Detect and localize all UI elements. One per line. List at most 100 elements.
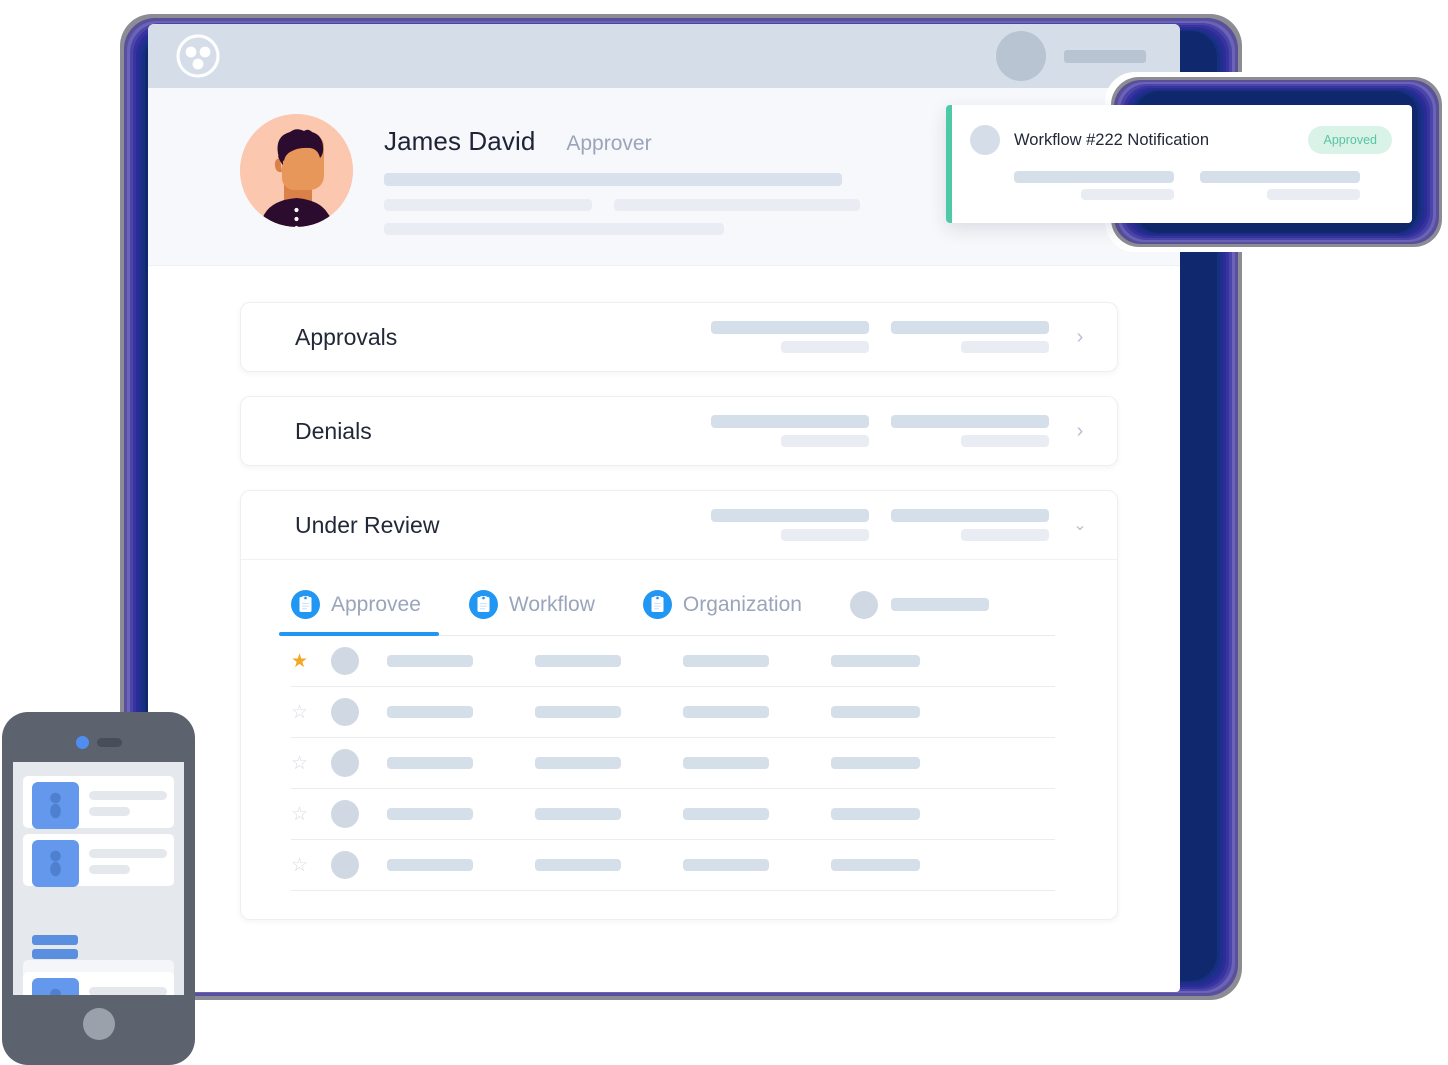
card-approvals-placeholders [711, 321, 1049, 353]
phone-item-line-1 [89, 987, 167, 995]
notification-placeholders [1014, 171, 1392, 200]
star-icon[interactable]: ☆ [291, 805, 331, 824]
placeholder-col [891, 321, 1049, 353]
tab-workflow-label: Workflow [508, 592, 595, 616]
phone-item-thumb [32, 978, 79, 995]
avatar-placeholder-icon [849, 590, 878, 619]
document-icon [642, 590, 672, 619]
three-dot-circle-logo-icon[interactable] [176, 34, 220, 78]
root-stage: James David Approver Approvals › Denials… [0, 0, 1448, 1065]
phone-stack-bar [32, 949, 78, 959]
tab-organization[interactable]: Organization [642, 590, 828, 636]
card-under-review-title: Under Review [295, 511, 440, 538]
tab-extra-bar [890, 598, 989, 611]
row-cell-3 [683, 706, 769, 718]
row-cell-1 [387, 655, 473, 667]
card-under-review-placeholders [711, 509, 1049, 541]
table-row[interactable]: ☆ [291, 840, 1055, 891]
row-cell-1 [387, 859, 473, 871]
placeholder-col [711, 509, 869, 541]
topbar-name-placeholder [1064, 49, 1146, 63]
chevron-right-icon[interactable]: › [1067, 420, 1093, 443]
row-cell-1 [387, 808, 473, 820]
phone-item-line-2 [89, 865, 130, 874]
card-denials-header[interactable]: Denials › [241, 397, 1117, 465]
under-review-body: Approvee Workflow Organization ★ ☆ ☆ ☆ ☆ [241, 559, 1117, 919]
phone-item-thumb [32, 840, 79, 887]
placeholder-col [891, 509, 1049, 541]
document-icon [291, 590, 320, 619]
row-avatar [331, 851, 359, 879]
row-cell-3 [683, 808, 769, 820]
star-icon[interactable]: ☆ [291, 703, 331, 722]
under-review-rows: ★ ☆ ☆ ☆ ☆ [241, 636, 1117, 891]
earpiece-speaker-icon [97, 738, 122, 747]
row-cell-2 [535, 655, 621, 667]
card-approvals-header[interactable]: Approvals › [241, 303, 1117, 371]
phone-item-line-1 [89, 849, 167, 858]
front-camera-dot-icon [76, 736, 89, 749]
row-cell-4 [831, 859, 920, 871]
profile-role: Approver [566, 132, 652, 155]
card-under-review-header[interactable]: Under Review ⌄ [241, 491, 1117, 559]
table-row[interactable]: ☆ [291, 738, 1055, 789]
notification-placeholder-col [1014, 171, 1174, 200]
profile-placeholder-2a [384, 199, 592, 211]
row-avatar [331, 800, 359, 828]
card-denials[interactable]: Denials › [240, 396, 1118, 466]
placeholder-col [891, 415, 1049, 447]
row-cell-2 [535, 706, 621, 718]
chevron-right-icon[interactable]: › [1067, 326, 1093, 349]
table-row[interactable]: ☆ [291, 789, 1055, 840]
phone-item-line-2 [89, 807, 130, 816]
card-approvals-title: Approvals [295, 323, 398, 350]
star-icon[interactable]: ☆ [291, 856, 331, 875]
phone-mockup [2, 712, 195, 1065]
row-cell-2 [535, 757, 621, 769]
row-cell-4 [831, 757, 920, 769]
card-under-review[interactable]: Under Review ⌄ Approvee Workflow Organiz… [240, 490, 1118, 920]
notification-card[interactable]: Workflow #222 Notification Approved [946, 105, 1412, 223]
phone-item-thumb [32, 782, 79, 829]
status-badge: Approved [1308, 126, 1392, 154]
chevron-down-icon[interactable]: ⌄ [1067, 515, 1093, 535]
card-approvals[interactable]: Approvals › [240, 302, 1118, 372]
row-cell-3 [683, 859, 769, 871]
topbar-avatar[interactable] [996, 31, 1046, 81]
placeholder-col [711, 321, 869, 353]
phone-list-item[interactable] [23, 776, 174, 829]
home-button-icon[interactable] [83, 1008, 115, 1040]
row-avatar [331, 698, 359, 726]
row-cell-4 [831, 808, 920, 820]
notification-content: Workflow #222 Notification Approved [946, 105, 1412, 200]
phone-screen [13, 762, 184, 995]
profile-placeholder-1 [384, 173, 842, 186]
tab-extra-placeholder [849, 590, 989, 636]
tab-approvee[interactable]: Approvee [279, 590, 447, 636]
card-denials-title: Denials [295, 417, 372, 444]
phone-list-item[interactable] [23, 972, 174, 995]
table-row[interactable]: ★ [291, 636, 1055, 687]
star-icon[interactable]: ★ [291, 652, 331, 671]
notification-avatar-icon [970, 125, 1000, 155]
row-cell-4 [831, 655, 920, 667]
table-row[interactable]: ☆ [291, 687, 1055, 738]
row-cell-1 [387, 706, 473, 718]
notification-accent-bar [946, 105, 952, 223]
main-content: Approvals › Denials › Under Review ⌄ App… [148, 266, 1180, 920]
tab-workflow[interactable]: Workflow [468, 590, 621, 636]
row-avatar [331, 749, 359, 777]
row-cell-2 [535, 859, 621, 871]
profile-placeholder-3 [384, 223, 724, 235]
profile-placeholder-2b [614, 199, 860, 211]
tab-approvee-label: Approvee [331, 592, 421, 616]
app-topbar [148, 24, 1180, 88]
phone-list-item[interactable] [23, 834, 174, 887]
star-icon[interactable]: ☆ [291, 754, 331, 773]
row-avatar [331, 647, 359, 675]
document-icon [468, 590, 498, 619]
profile-name: James David [384, 126, 536, 156]
row-cell-4 [831, 706, 920, 718]
row-cell-3 [683, 757, 769, 769]
notification-title: Workflow #222 Notification [1014, 130, 1210, 149]
